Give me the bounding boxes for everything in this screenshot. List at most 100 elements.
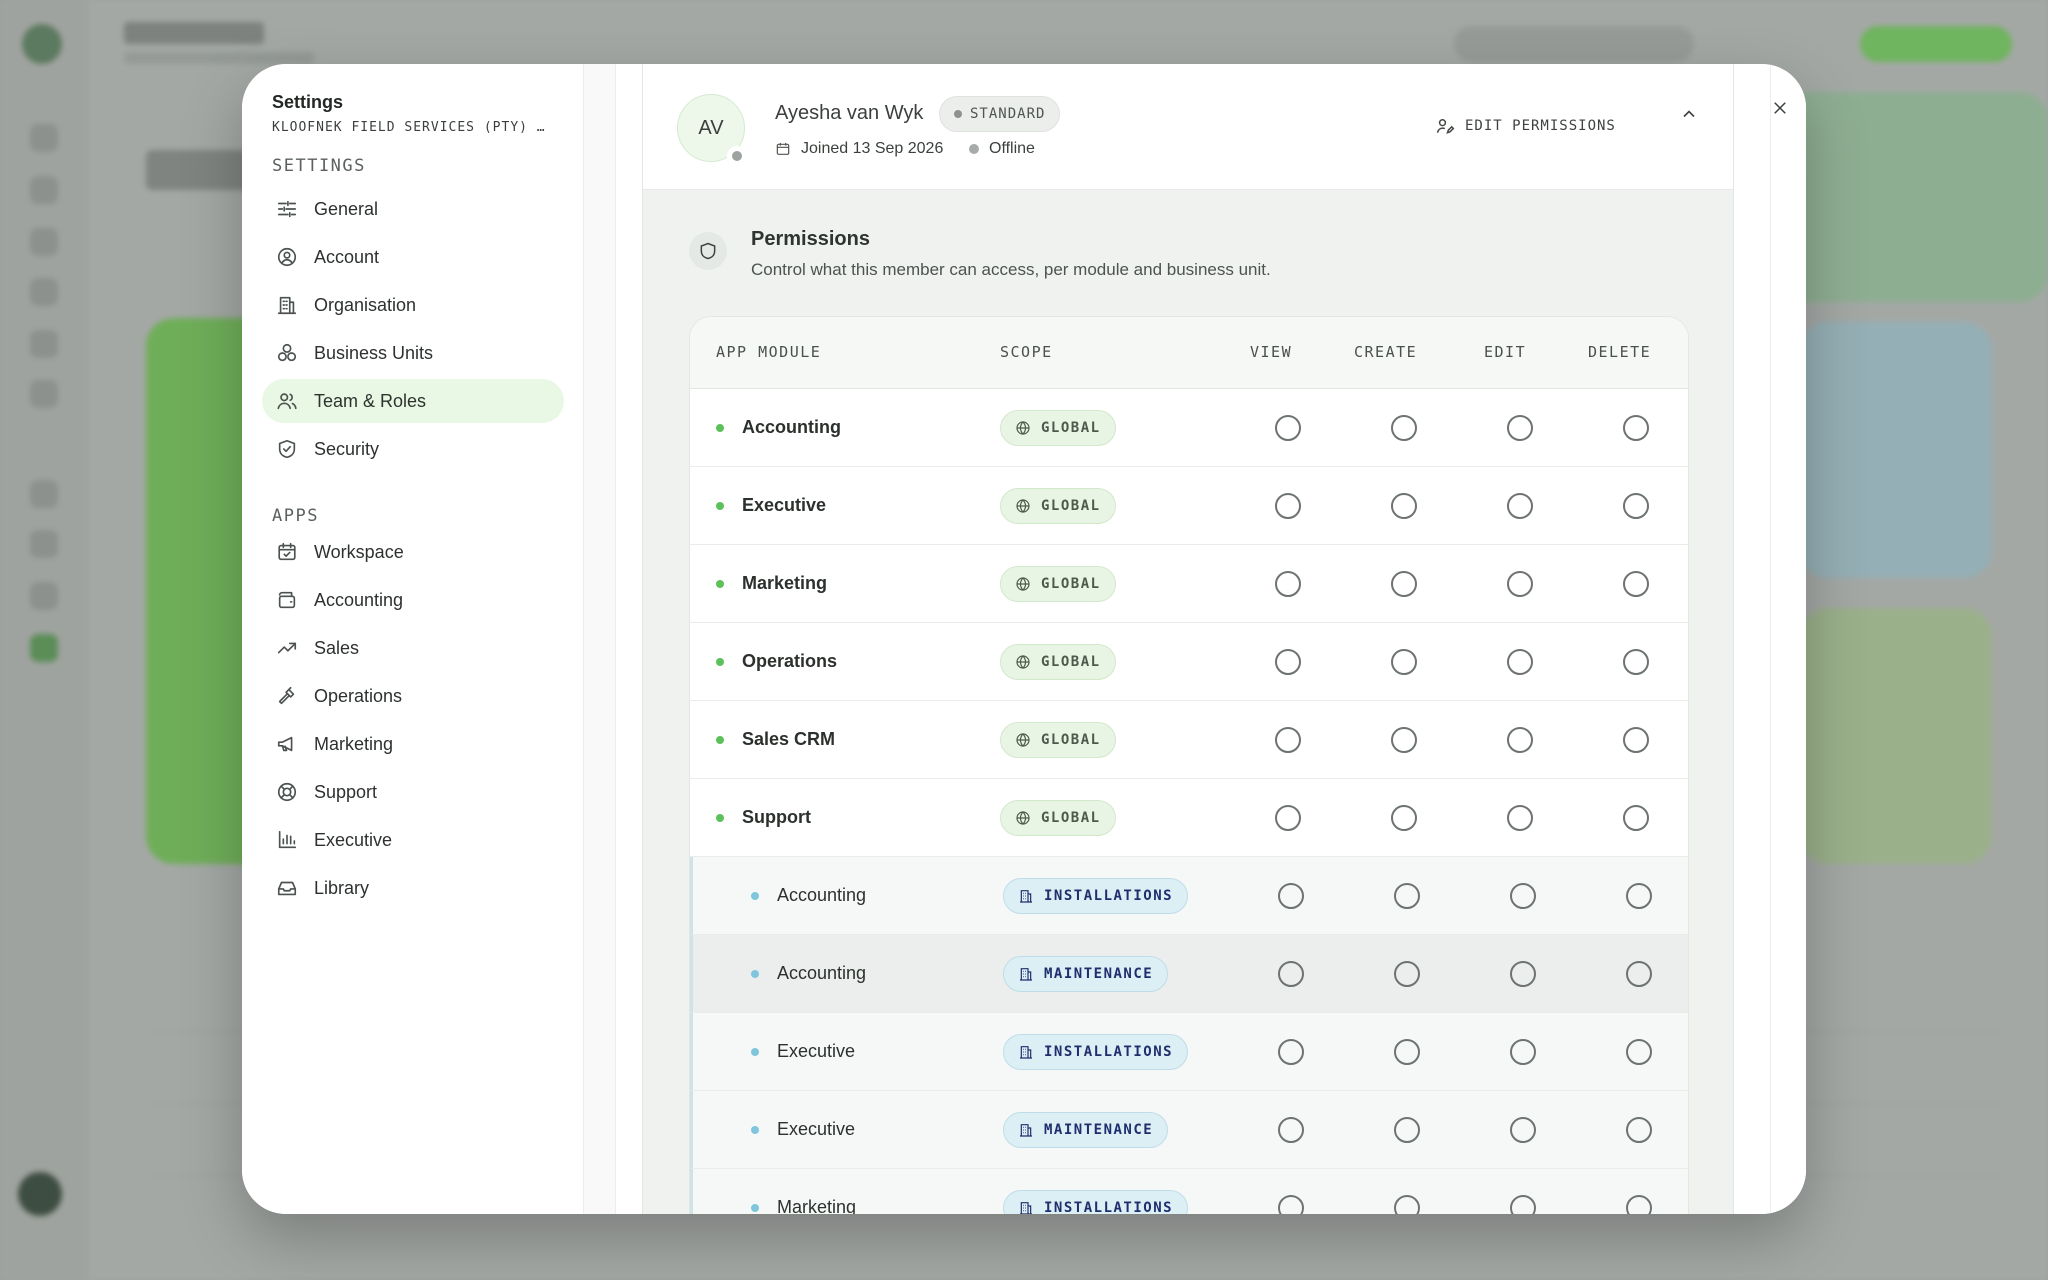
sidebar-item-accounting[interactable]: Accounting <box>262 578 564 622</box>
view-permission-toggle[interactable] <box>1275 727 1301 753</box>
edit-permission-toggle[interactable] <box>1510 1039 1536 1065</box>
sidebar-item-account[interactable]: Account <box>262 235 564 279</box>
right-gutter <box>1770 64 1806 1214</box>
sidebar-item-label: Accounting <box>314 589 404 610</box>
sidebar-item-team-roles[interactable]: Team & Roles <box>262 379 564 423</box>
section-apps-heading: APPS <box>272 506 319 526</box>
create-permission-toggle[interactable] <box>1391 415 1417 441</box>
delete-permission-toggle[interactable] <box>1623 415 1649 441</box>
module-indicator-dot <box>716 502 724 510</box>
building-icon <box>1018 888 1044 904</box>
users-icon <box>274 388 300 414</box>
column-header-scope: SCOPE <box>1000 343 1053 361</box>
module-name: Executive <box>777 1119 856 1139</box>
member-panel: AV Ayesha van Wyk STANDARD Joined 13 Sep… <box>642 64 1734 1214</box>
edit-permission-toggle[interactable] <box>1507 727 1533 753</box>
building-icon <box>1018 1044 1044 1060</box>
delete-permission-toggle[interactable] <box>1626 1195 1652 1214</box>
module-name: Operations <box>742 651 838 671</box>
sliders-icon <box>274 196 300 222</box>
table-row: Operations GLOBAL <box>690 623 1688 701</box>
create-permission-toggle[interactable] <box>1394 883 1420 909</box>
scope-label: INSTALLATIONS <box>1044 1044 1174 1060</box>
delete-permission-toggle[interactable] <box>1626 1117 1652 1143</box>
table-row: Executive INSTALLATIONS <box>690 1013 1688 1091</box>
view-permission-toggle[interactable] <box>1275 571 1301 597</box>
sidebar-item-executive[interactable]: Executive <box>262 818 564 862</box>
edit-permission-toggle[interactable] <box>1507 571 1533 597</box>
view-permission-toggle[interactable] <box>1275 493 1301 519</box>
user-circle-icon <box>274 244 300 270</box>
globe-icon <box>1015 810 1041 826</box>
view-permission-toggle[interactable] <box>1278 961 1304 987</box>
sidebar-item-security[interactable]: Security <box>262 427 564 471</box>
module-indicator-dot <box>716 814 724 822</box>
delete-permission-toggle[interactable] <box>1626 961 1652 987</box>
create-permission-toggle[interactable] <box>1391 571 1417 597</box>
joined-label: Joined 13 Sep 2026 <box>801 140 944 157</box>
create-permission-toggle[interactable] <box>1394 1039 1420 1065</box>
sidebar-item-label: General <box>314 198 379 219</box>
create-permission-toggle[interactable] <box>1391 649 1417 675</box>
sidebar-item-operations[interactable]: Operations <box>262 674 564 718</box>
create-permission-toggle[interactable] <box>1391 493 1417 519</box>
sidebar-item-support[interactable]: Support <box>262 770 564 814</box>
organisation-name: KLOOFNEK FIELD SERVICES (PTY) … <box>272 120 546 135</box>
shield-icon <box>689 232 727 270</box>
sidebar-item-marketing[interactable]: Marketing <box>262 722 564 766</box>
edit-permission-toggle[interactable] <box>1507 649 1533 675</box>
edit-permission-toggle[interactable] <box>1510 961 1536 987</box>
collapse-button[interactable] <box>1679 104 1703 128</box>
delete-permission-toggle[interactable] <box>1623 493 1649 519</box>
close-button[interactable] <box>1766 94 1794 122</box>
edit-permission-toggle[interactable] <box>1510 883 1536 909</box>
delete-permission-toggle[interactable] <box>1623 805 1649 831</box>
edit-permission-toggle[interactable] <box>1510 1195 1536 1214</box>
column-header-edit: EDIT <box>1484 343 1527 361</box>
create-permission-toggle[interactable] <box>1391 805 1417 831</box>
edit-permission-toggle[interactable] <box>1507 805 1533 831</box>
sidebar-item-organisation[interactable]: Organisation <box>262 283 564 327</box>
delete-permission-toggle[interactable] <box>1623 649 1649 675</box>
column-header-view: VIEW <box>1250 343 1293 361</box>
delete-permission-toggle[interactable] <box>1623 727 1649 753</box>
module-name: Accounting <box>777 963 867 983</box>
sidebar-item-sales[interactable]: Sales <box>262 626 564 670</box>
sidebar-item-library[interactable]: Library <box>262 866 564 910</box>
member-header: AV Ayesha van Wyk STANDARD Joined 13 Sep… <box>643 64 1733 190</box>
edit-permission-toggle[interactable] <box>1507 493 1533 519</box>
sidebar-item-business-units[interactable]: Business Units <box>262 331 564 375</box>
sidebar-item-general[interactable]: General <box>262 187 564 231</box>
create-permission-toggle[interactable] <box>1394 1117 1420 1143</box>
building-icon <box>1018 1200 1044 1214</box>
view-permission-toggle[interactable] <box>1278 1039 1304 1065</box>
delete-permission-toggle[interactable] <box>1626 883 1652 909</box>
view-permission-toggle[interactable] <box>1278 1195 1304 1214</box>
globe-icon <box>1015 576 1041 592</box>
create-permission-toggle[interactable] <box>1394 1195 1420 1214</box>
edit-permission-toggle[interactable] <box>1510 1117 1536 1143</box>
edit-permission-toggle[interactable] <box>1507 415 1533 441</box>
permissions-title: Permissions <box>751 228 870 250</box>
edit-permissions-button[interactable]: EDIT PERMISSIONS <box>1435 116 1616 136</box>
create-permission-toggle[interactable] <box>1391 727 1417 753</box>
view-permission-toggle[interactable] <box>1275 805 1301 831</box>
view-permission-toggle[interactable] <box>1275 649 1301 675</box>
table-header: APP MODULE SCOPE VIEW CREATE EDIT DELETE <box>690 317 1688 389</box>
sidebar-item-workspace[interactable]: Workspace <box>262 530 564 574</box>
status-label: Offline <box>989 140 1035 157</box>
wallet-icon <box>274 587 300 613</box>
sidebar-item-label: Team & Roles <box>314 390 427 411</box>
sidebar-item-label: Security <box>314 438 380 459</box>
scope-chip-business-unit: MAINTENANCE <box>1003 956 1169 992</box>
view-permission-toggle[interactable] <box>1278 1117 1304 1143</box>
scope-label: GLOBAL <box>1041 810 1101 826</box>
delete-permission-toggle[interactable] <box>1623 571 1649 597</box>
table-row: Executive GLOBAL <box>690 467 1688 545</box>
view-permission-toggle[interactable] <box>1275 415 1301 441</box>
create-permission-toggle[interactable] <box>1394 961 1420 987</box>
table-row: Accounting MAINTENANCE <box>690 935 1688 1013</box>
permissions-subtitle: Control what this member can access, per… <box>751 260 1271 279</box>
delete-permission-toggle[interactable] <box>1626 1039 1652 1065</box>
view-permission-toggle[interactable] <box>1278 883 1304 909</box>
